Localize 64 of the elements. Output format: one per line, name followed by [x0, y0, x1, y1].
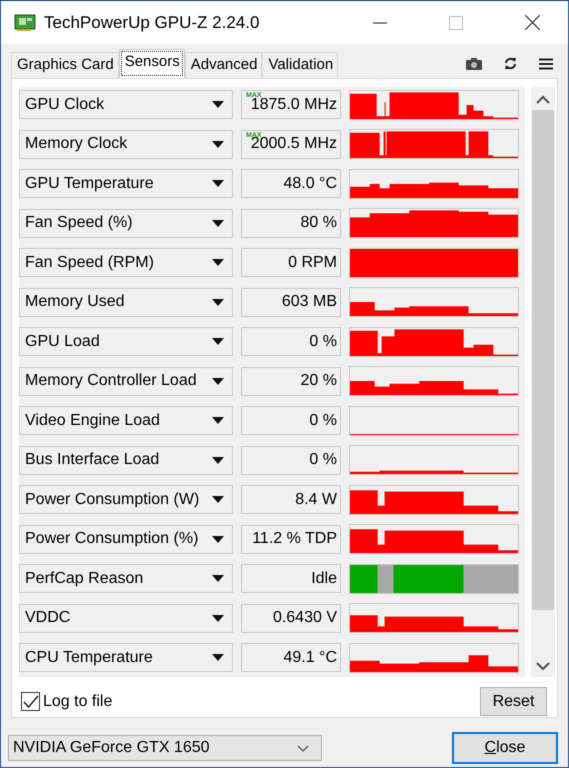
caret-icon — [212, 259, 224, 266]
sensor-name-dropdown[interactable]: Fan Speed (RPM) — [19, 248, 233, 277]
sensor-name-dropdown[interactable]: Video Engine Load — [19, 406, 233, 435]
caret-icon — [212, 378, 224, 384]
sensor-value: 80 % — [241, 208, 341, 238]
checkbox[interactable] — [21, 692, 40, 711]
caret-icon — [212, 654, 224, 661]
menu-icon[interactable] — [539, 58, 553, 70]
sensor-name-dropdown[interactable]: Fan Speed (%) — [19, 208, 233, 238]
caret-icon — [212, 220, 224, 226]
caret-icon — [212, 298, 224, 306]
sensor-name-dropdown[interactable]: GPU Temperature — [19, 169, 233, 198]
sensor-value: 11.2 % TDP — [241, 524, 341, 554]
graphics-card-icon — [14, 14, 36, 32]
sensor-name-dropdown[interactable]: Power Consumption (W) — [19, 485, 233, 514]
sensor-value: 0 % — [241, 327, 341, 356]
sensor-name-dropdown[interactable]: Memory Controller Load — [19, 366, 233, 396]
sensor-value: 8.4 W — [241, 485, 341, 514]
sensor-value: Idle — [241, 564, 341, 593]
caret-icon — [212, 101, 224, 108]
refresh-icon[interactable] — [504, 57, 517, 70]
caret-icon — [212, 338, 224, 345]
tab[interactable]: Graphics Card — [11, 52, 119, 78]
sensor-name-dropdown[interactable]: Power Consumption (%) — [19, 524, 233, 554]
sensor-value: 20 % — [241, 366, 341, 396]
log-to-file-checkbox[interactable]: Log to file — [21, 692, 112, 711]
caret-icon — [212, 536, 224, 542]
sensor-name-dropdown[interactable]: VDDC — [19, 604, 233, 632]
close-icon[interactable] — [525, 15, 540, 30]
caret-icon — [212, 140, 224, 148]
sensor-value: 48.0 °C — [241, 169, 341, 198]
caret-icon — [212, 496, 224, 503]
sensor-name-dropdown[interactable]: Memory Clock — [19, 130, 233, 158]
reset-button[interactable]: Reset — [480, 687, 547, 716]
sensor-name-dropdown[interactable]: PerfCap Reason — [19, 564, 233, 593]
sensor-name-dropdown[interactable]: GPU Load — [19, 327, 233, 356]
sensor-value: 603 MB — [241, 288, 341, 316]
caret-icon — [212, 417, 224, 424]
caret-icon — [212, 180, 224, 187]
sensor-name-dropdown[interactable]: CPU Temperature — [19, 643, 233, 672]
scrollbar-thumb[interactable] — [532, 110, 554, 610]
sensor-value: 0 RPM — [241, 248, 341, 277]
sensor-name-dropdown[interactable]: Memory Used — [19, 288, 233, 316]
window-title: TechPowerUp GPU-Z 2.24.0 — [44, 12, 260, 32]
caret-icon — [212, 614, 224, 622]
close-button[interactable]: Close — [452, 732, 558, 764]
camera-icon[interactable] — [466, 58, 482, 70]
scrollbar[interactable] — [531, 87, 555, 677]
sensor-value: 49.1 °C — [241, 643, 341, 672]
gpu-select[interactable]: NVIDIA GeForce GTX 1650 — [8, 735, 322, 761]
chevron-down-icon — [297, 744, 309, 752]
sensor-name-dropdown[interactable]: GPU Clock — [19, 90, 233, 119]
sensor-value: 0.6430 V — [241, 604, 341, 632]
tab[interactable]: Sensors — [118, 49, 185, 78]
caret-icon — [212, 575, 224, 582]
sensor-name-dropdown[interactable]: Bus Interface Load — [19, 446, 233, 474]
checkmark-icon — [22, 694, 38, 708]
tab[interactable]: Validation — [262, 52, 338, 78]
scroll-down-icon[interactable] — [536, 662, 550, 671]
scroll-up-icon[interactable] — [536, 95, 550, 104]
sensor-value: 0 % — [241, 446, 341, 474]
caret-icon — [212, 456, 224, 464]
tab[interactable]: Advanced — [184, 52, 262, 78]
sensor-value: 0 % — [241, 406, 341, 435]
